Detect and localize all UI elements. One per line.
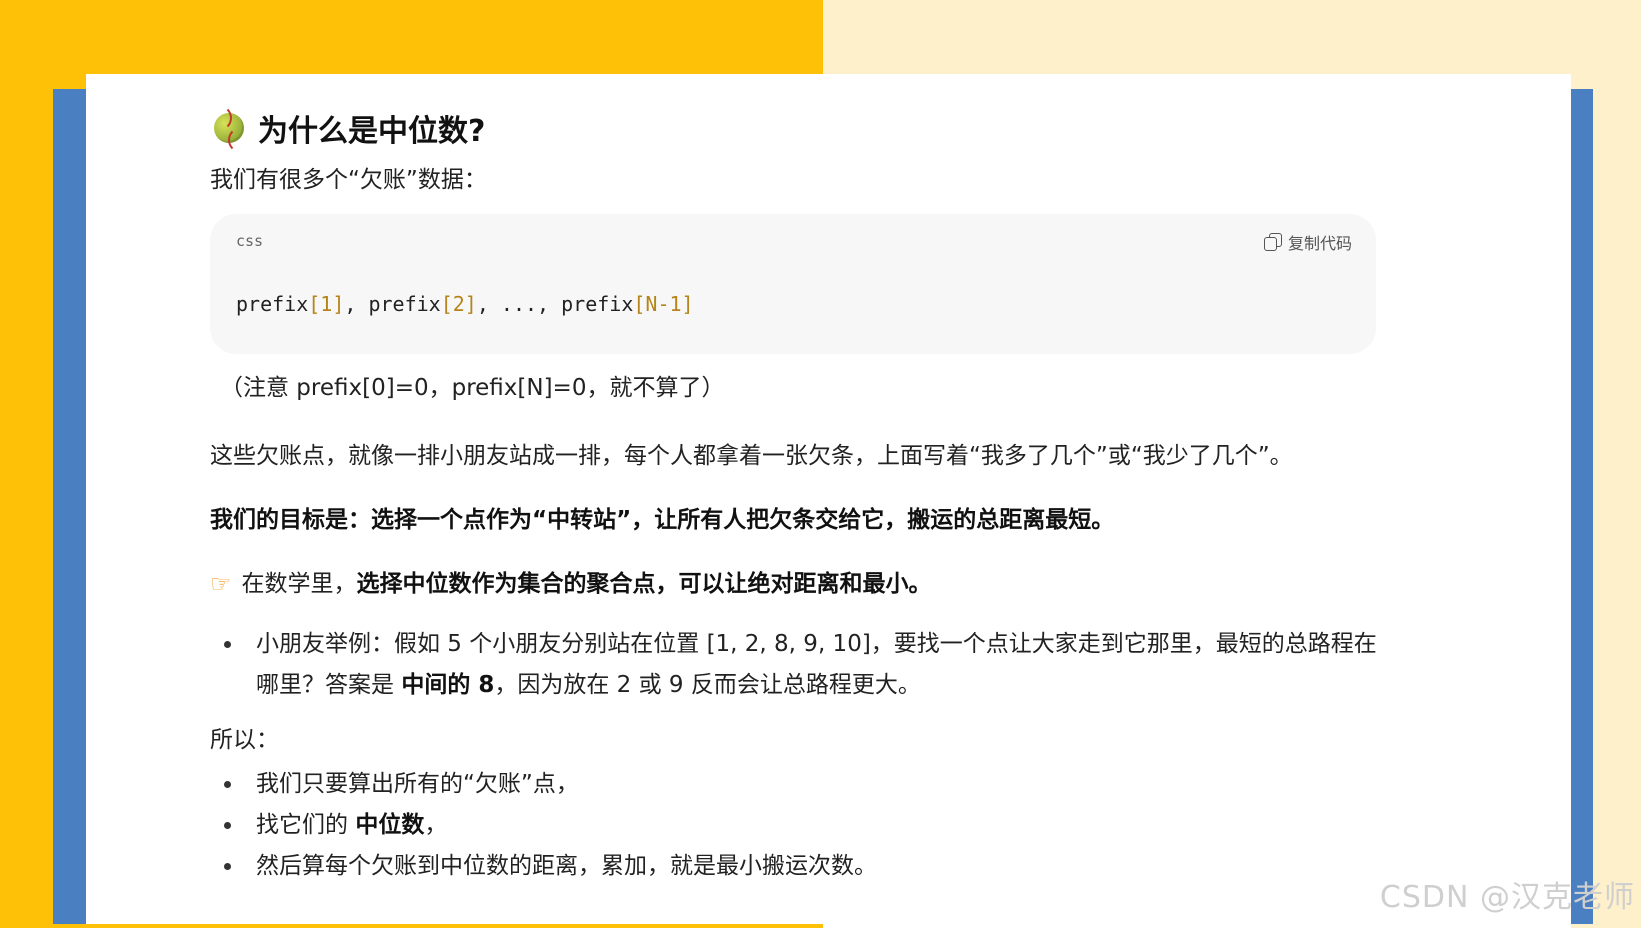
step-text: 找它们的 [256, 812, 356, 838]
copy-code-button[interactable]: 复制代码 [1263, 230, 1352, 254]
list-item: 找它们的 中位数， [224, 805, 1380, 846]
bottom-strip [86, 924, 823, 928]
copy-code-label: 复制代码 [1287, 234, 1352, 253]
list-item: 然后算每个欠账到中位数的距离，累加，就是最小搬运次数。 [224, 846, 1380, 887]
code-line: prefix[1], prefix[2], ..., prefix[N-1] [236, 292, 694, 316]
analogy-text: 这些欠账点，就像一排小朋友站成一排，每个人都拿着一张欠条，上面写着“我多了几个”… [210, 443, 1293, 469]
so-label: 所以： [210, 727, 279, 753]
math-point-bold: 选择中位数作为集合的聚合点，可以让绝对距离和最小。 [356, 571, 932, 597]
steps-list: 我们只要算出所有的“欠账”点， 找它们的 中位数， 然后算每个欠账到中位数的距离… [210, 764, 1380, 887]
code-token: , ..., prefix [476, 292, 634, 316]
example-text-b: ，因为放在 2 或 9 反而会让总路程更大。 [494, 672, 921, 698]
list-item: 小朋友举例：假如 5 个小朋友分别站在位置 [1, 2, 8, 9, 10]，要… [224, 624, 1380, 706]
step-bold: 中位数 [355, 812, 425, 838]
note-text: （注意 prefix[0]=0，prefix[N]=0，就不算了） [220, 375, 725, 401]
example-list: 小朋友举例：假如 5 个小朋友分别站在位置 [1, 2, 8, 9, 10]，要… [210, 624, 1380, 706]
code-language-label: css [236, 232, 264, 250]
math-point-prefix: 在数学里， [241, 571, 357, 597]
copy-icon [1263, 233, 1282, 251]
math-point: ☞ 在数学里，选择中位数作为集合的聚合点，可以让绝对距离和最小。 [210, 564, 1380, 604]
step-text: 然后算每个欠账到中位数的距离，累加，就是最小搬运次数。 [256, 853, 877, 879]
code-token: , prefix [344, 292, 441, 316]
section-title: 为什么是中位数? [258, 114, 486, 149]
code-index-token: [1] [308, 292, 345, 316]
intro-text: 我们有很多个“欠账”数据： [210, 167, 487, 193]
section-heading: 为什么是中位数? [214, 105, 1380, 153]
code-index-token: [2] [440, 292, 477, 316]
goal-text: 我们的目标是：选择一个点作为“中转站”，让所有人把欠条交给它，搬运的总距离最短。 [210, 507, 1115, 533]
step-text: 我们只要算出所有的“欠账”点， [256, 771, 579, 797]
softball-icon [214, 105, 244, 153]
example-bold: 中间的 8 [401, 672, 495, 698]
code-index-token: [N-1] [633, 292, 694, 316]
step-text-tail: ， [424, 812, 448, 838]
list-item: 我们只要算出所有的“欠账”点， [224, 764, 1380, 805]
article-content: 为什么是中位数? 我们有很多个“欠账”数据： css 复制代码 prefix[1… [210, 100, 1380, 887]
pointing-hand-icon: ☞ [210, 570, 232, 598]
code-token: prefix [236, 292, 309, 316]
watermark: CSDN @汉克老师 [1379, 880, 1635, 915]
code-block: css 复制代码 prefix[1], prefix[2], ..., pref… [210, 214, 1376, 354]
